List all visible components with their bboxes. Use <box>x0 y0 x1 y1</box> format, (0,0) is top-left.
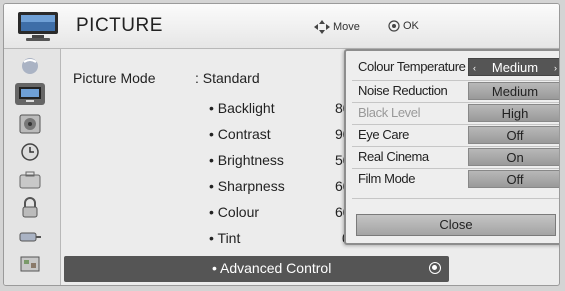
black-level-row: Black Level High <box>352 104 559 122</box>
picture-settings-icon[interactable] <box>15 55 45 77</box>
divider <box>352 80 559 81</box>
close-button[interactable]: Close <box>356 214 556 236</box>
colour-label[interactable]: • Colour <box>209 204 259 220</box>
move-hint-label: Move <box>333 21 360 33</box>
sharpness-label[interactable]: • Sharpness <box>209 178 285 194</box>
divider <box>352 102 559 103</box>
tv-icon <box>18 12 58 41</box>
advanced-control-item[interactable]: • Advanced Control <box>64 256 449 282</box>
divider <box>352 124 559 125</box>
page-title: PICTURE <box>76 15 163 36</box>
real-cinema-label: Real Cinema <box>358 149 429 164</box>
colour-temperature-label: Colour Temperature <box>358 59 466 74</box>
divider <box>352 146 559 147</box>
advanced-control-label: • Advanced Control <box>212 260 332 276</box>
input-icon[interactable] <box>15 225 45 247</box>
real-cinema-value[interactable]: On <box>468 148 559 166</box>
ok-icon <box>388 20 400 32</box>
option-icon[interactable] <box>15 169 45 191</box>
move-hint: Move <box>314 20 360 34</box>
film-mode-label: Film Mode <box>358 171 416 186</box>
black-level-label: Black Level <box>358 105 421 120</box>
colour-temperature-row[interactable]: Colour Temperature ‹ Medium › <box>352 58 559 77</box>
advanced-control-popup: Colour Temperature ‹ Medium › Noise Redu… <box>344 49 559 245</box>
audio-icon[interactable] <box>15 113 45 135</box>
divider <box>352 168 559 169</box>
ok-hint: OK <box>388 20 419 32</box>
ok-hint-label: OK <box>403 20 419 32</box>
eye-care-label: Eye Care <box>358 127 409 142</box>
eye-care-value[interactable]: Off <box>468 126 559 144</box>
menu-window: PICTURE Move OK Picture Mode: Standard … <box>3 3 560 286</box>
picture-icon[interactable] <box>15 83 45 105</box>
picture-mode-value: : Standard <box>195 70 260 86</box>
backlight-label[interactable]: • Backlight <box>209 100 275 116</box>
arrow-right-icon[interactable]: › <box>554 59 557 77</box>
tint-label[interactable]: • Tint <box>209 230 240 246</box>
contrast-label[interactable]: • Contrast <box>209 126 271 142</box>
film-mode-row[interactable]: Film Mode Off <box>352 170 559 188</box>
usb-icon[interactable] <box>15 253 45 275</box>
eye-care-row[interactable]: Eye Care Off <box>352 126 559 144</box>
divider <box>352 198 559 199</box>
time-icon[interactable] <box>15 141 45 163</box>
noise-reduction-label: Noise Reduction <box>358 83 448 98</box>
move-arrows-icon <box>314 20 330 34</box>
colour-temperature-value[interactable]: ‹ Medium › <box>468 58 559 77</box>
picture-mode-label[interactable]: Picture Mode <box>73 70 155 86</box>
ok-select-icon <box>429 262 441 274</box>
film-mode-value[interactable]: Off <box>468 170 559 188</box>
header-bar: PICTURE Move OK <box>4 4 559 49</box>
lock-icon[interactable] <box>15 197 45 219</box>
noise-reduction-value[interactable]: Medium <box>468 82 559 100</box>
black-level-value: High <box>468 104 559 122</box>
arrow-left-icon[interactable]: ‹ <box>473 59 476 77</box>
colour-temperature-text: Medium <box>491 60 539 75</box>
noise-reduction-row[interactable]: Noise Reduction Medium <box>352 82 559 100</box>
brightness-label[interactable]: • Brightness <box>209 152 284 168</box>
category-sidebar <box>4 49 61 285</box>
real-cinema-row[interactable]: Real Cinema On <box>352 148 559 166</box>
